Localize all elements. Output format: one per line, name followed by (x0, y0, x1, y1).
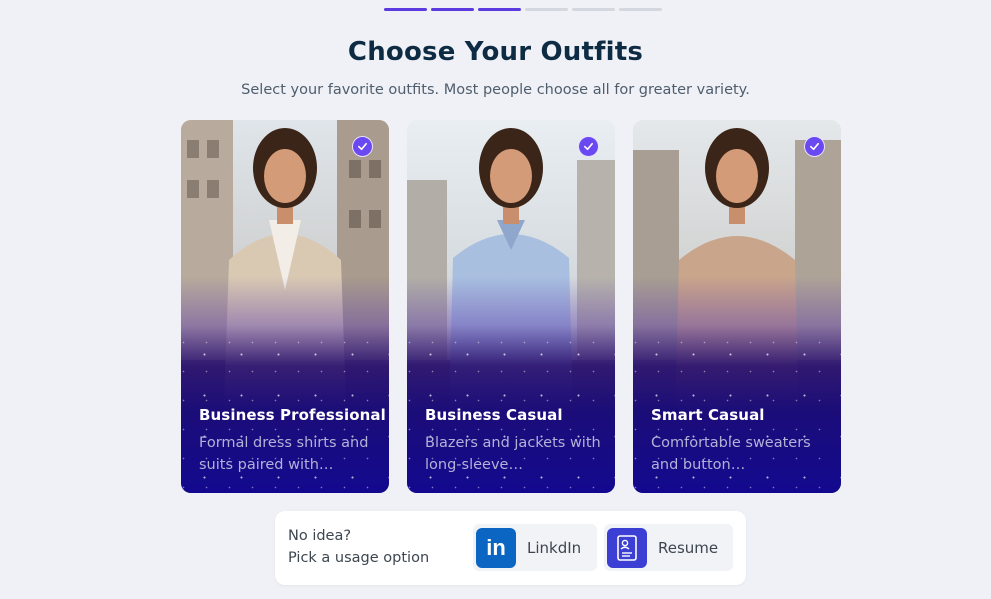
progress-step-2 (431, 8, 474, 11)
resume-option-label: Resume (658, 538, 719, 557)
outfit-card-business-professional[interactable]: Business Professional Formal dress shirt… (181, 120, 389, 493)
progress-step-4 (525, 8, 568, 11)
usage-option-panel: No idea? Pick a usage option in LinkdIn … (275, 511, 746, 585)
outfit-cards: Business Professional Formal dress shirt… (181, 120, 841, 493)
selected-check-icon[interactable] (578, 136, 599, 157)
resume-option-button[interactable]: Resume (604, 524, 733, 571)
progress-step-5 (572, 8, 615, 11)
outfit-title: Smart Casual (651, 406, 765, 424)
progress-step-1 (384, 8, 427, 11)
outfit-title: Business Professional (199, 406, 386, 424)
resume-icon (607, 527, 647, 568)
usage-prompt-line1: No idea? (288, 528, 352, 544)
outfit-title: Business Casual (425, 406, 563, 424)
outfit-description: Blazers and jackets with long-sleeve… (425, 435, 601, 473)
usage-prompt-line2: Pick a usage option (288, 550, 430, 566)
linkedin-option-button[interactable]: in LinkdIn (473, 524, 597, 571)
linkedin-option-label: LinkdIn (527, 538, 582, 557)
outfit-card-business-casual[interactable]: Business Casual Blazers and jackets with… (407, 120, 615, 493)
selected-check-icon[interactable] (804, 136, 825, 157)
progress-bar (384, 8, 662, 11)
progress-step-3 (478, 8, 521, 11)
page-title: Choose Your Outfits (347, 37, 644, 67)
selected-check-icon[interactable] (352, 136, 373, 157)
linkedin-icon: in (476, 527, 516, 568)
usage-prompt: No idea? Pick a usage option (288, 525, 429, 569)
outfit-description: Comfortable sweaters and button… (651, 435, 811, 473)
outfit-card-smart-casual[interactable]: Smart Casual Comfortable sweaters and bu… (633, 120, 841, 493)
page-subtitle: Select your favorite outfits. Most peopl… (241, 82, 750, 98)
progress-step-6 (619, 8, 662, 11)
outfit-description: Formal dress shirts and suits paired wit… (199, 435, 369, 473)
